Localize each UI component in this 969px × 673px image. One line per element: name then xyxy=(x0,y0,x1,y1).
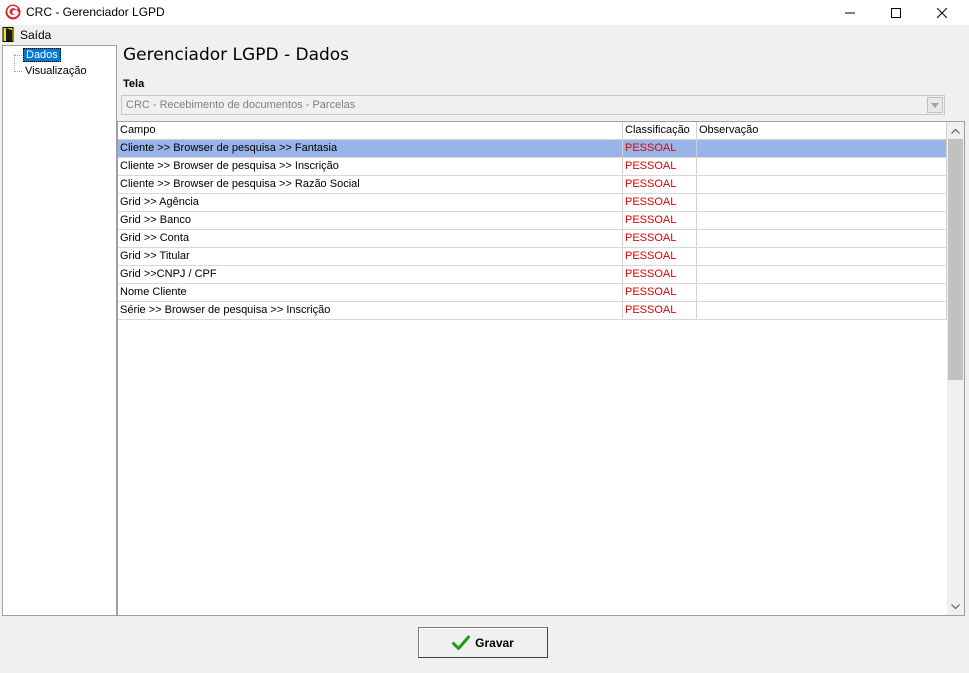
cell-classification[interactable]: PESSOAL xyxy=(623,302,697,319)
cell-field[interactable]: Grid >>CNPJ / CPF xyxy=(118,266,623,283)
save-button-label: Gravar xyxy=(475,635,514,650)
grid-header: Campo Classificação Observação xyxy=(118,122,947,140)
column-header-observation[interactable]: Observação xyxy=(697,122,947,140)
cell-field[interactable]: Cliente >> Browser de pesquisa >> Razão … xyxy=(118,176,623,193)
scroll-thumb[interactable] xyxy=(948,139,963,380)
tree-connector xyxy=(14,71,22,72)
cell-observation[interactable] xyxy=(697,194,947,211)
title-bar: CRC - Gerenciador LGPD xyxy=(0,0,969,25)
cell-classification[interactable]: PESSOAL xyxy=(623,176,697,193)
table-row[interactable]: Grid >> Conta PESSOAL xyxy=(118,230,947,248)
cell-observation[interactable] xyxy=(697,140,947,157)
cell-field[interactable]: Cliente >> Browser de pesquisa >> Inscri… xyxy=(118,158,623,175)
cell-classification[interactable]: PESSOAL xyxy=(623,212,697,229)
navigation-tree: Dados Visualização xyxy=(2,45,117,616)
grid-body: Cliente >> Browser de pesquisa >> Fantas… xyxy=(118,140,947,320)
cell-observation[interactable] xyxy=(697,212,947,229)
table-row[interactable]: Nome Cliente PESSOAL xyxy=(118,284,947,302)
menu-exit[interactable]: Saída xyxy=(2,26,51,43)
tree-connector xyxy=(14,54,15,72)
cell-classification[interactable]: PESSOAL xyxy=(623,266,697,283)
table-row[interactable]: Grid >>CNPJ / CPF PESSOAL xyxy=(118,266,947,284)
cell-classification[interactable]: PESSOAL xyxy=(623,230,697,247)
column-header-field[interactable]: Campo xyxy=(118,122,623,140)
cell-field[interactable]: Grid >> Conta xyxy=(118,230,623,247)
maximize-icon xyxy=(891,7,901,18)
cell-classification[interactable]: PESSOAL xyxy=(623,140,697,157)
page-title: Gerenciador LGPD - Dados xyxy=(123,45,350,65)
menu-bar: Saída xyxy=(0,25,969,44)
cell-observation[interactable] xyxy=(697,176,947,193)
chevron-up-icon xyxy=(951,128,960,134)
table-row[interactable]: Cliente >> Browser de pesquisa >> Razão … xyxy=(118,176,947,194)
table-row[interactable]: Grid >> Titular PESSOAL xyxy=(118,248,947,266)
close-button[interactable] xyxy=(919,0,965,25)
table-row[interactable]: Cliente >> Browser de pesquisa >> Inscri… xyxy=(118,158,947,176)
cell-classification[interactable]: PESSOAL xyxy=(623,248,697,265)
cell-field[interactable]: Cliente >> Browser de pesquisa >> Fantas… xyxy=(118,140,623,157)
select-dropdown-button[interactable] xyxy=(927,97,943,113)
table-row[interactable]: Cliente >> Browser de pesquisa >> Fantas… xyxy=(118,140,947,158)
scroll-down-button[interactable] xyxy=(947,598,964,615)
screen-label: Tela xyxy=(123,78,145,90)
tree-item-visualizacao[interactable]: Visualização xyxy=(23,64,89,78)
cell-field[interactable]: Grid >> Titular xyxy=(118,248,623,265)
cell-classification[interactable]: PESSOAL xyxy=(623,194,697,211)
tree-connector xyxy=(14,55,22,56)
cell-field[interactable]: Grid >> Agência xyxy=(118,194,623,211)
save-button[interactable]: Gravar xyxy=(418,627,548,658)
cell-field[interactable]: Grid >> Banco xyxy=(118,212,623,229)
scroll-up-button[interactable] xyxy=(947,122,964,139)
minimize-button[interactable] xyxy=(827,0,873,25)
fields-grid: Campo Classificação Observação Cliente >… xyxy=(117,121,965,616)
column-header-classification[interactable]: Classificação xyxy=(623,122,697,140)
cell-observation[interactable] xyxy=(697,302,947,319)
table-row[interactable]: Grid >> Agência PESSOAL xyxy=(118,194,947,212)
app-logo-icon xyxy=(5,4,21,20)
cell-observation[interactable] xyxy=(697,158,947,175)
cell-observation[interactable] xyxy=(697,266,947,283)
chevron-down-icon xyxy=(951,603,960,609)
cell-field[interactable]: Nome Cliente xyxy=(118,284,623,301)
cell-classification[interactable]: PESSOAL xyxy=(623,158,697,175)
cell-field[interactable]: Série >> Browser de pesquisa >> Inscriçã… xyxy=(118,302,623,319)
menu-exit-label: Saída xyxy=(20,27,52,42)
table-row[interactable]: Grid >> Banco PESSOAL xyxy=(118,212,947,230)
checkmark-icon xyxy=(452,635,471,650)
close-icon xyxy=(937,7,947,18)
screen-select[interactable]: CRC - Recebimento de documentos - Parcel… xyxy=(121,95,945,115)
tree-item-dados[interactable]: Dados xyxy=(23,48,61,62)
maximize-button[interactable] xyxy=(873,0,919,25)
cell-observation[interactable] xyxy=(697,230,947,247)
vertical-scrollbar[interactable] xyxy=(947,122,964,615)
cell-classification[interactable]: PESSOAL xyxy=(623,284,697,301)
table-row[interactable]: Série >> Browser de pesquisa >> Inscriçã… xyxy=(118,302,947,320)
screen-select-value: CRC - Recebimento de documentos - Parcel… xyxy=(126,99,356,111)
minimize-icon xyxy=(845,12,855,13)
window-title: CRC - Gerenciador LGPD xyxy=(26,5,165,19)
chevron-down-icon xyxy=(931,102,939,108)
cell-observation[interactable] xyxy=(697,284,947,301)
door-exit-icon xyxy=(2,27,14,42)
cell-observation[interactable] xyxy=(697,248,947,265)
